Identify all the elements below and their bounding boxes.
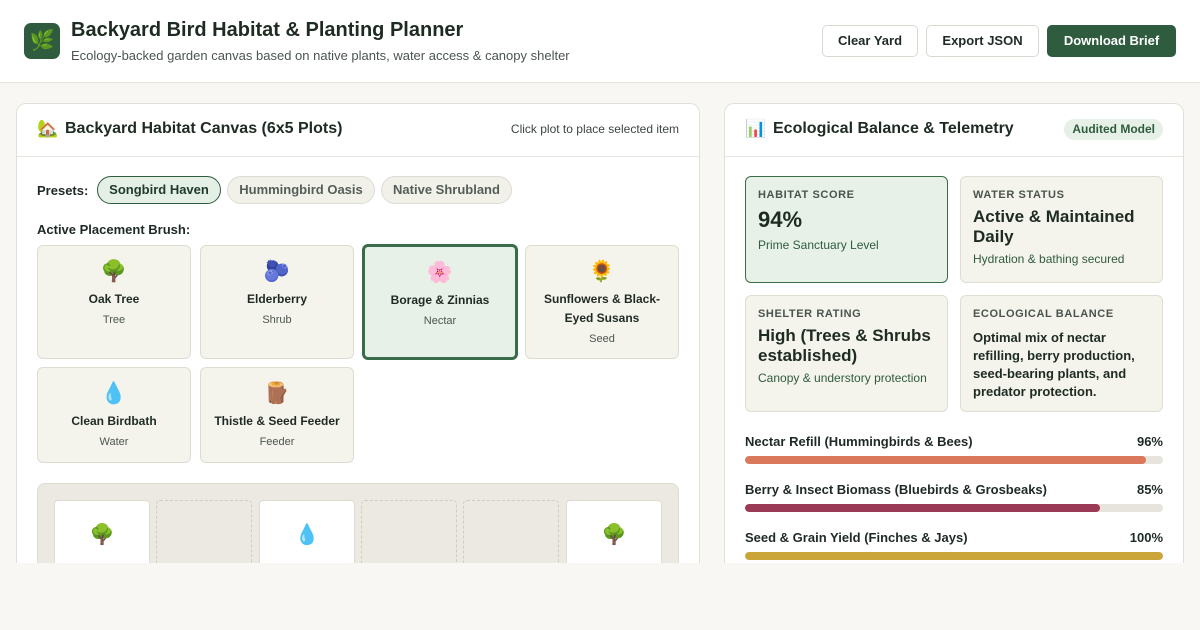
leaf-icon: 🌿 [24, 23, 60, 59]
download-brief-button[interactable]: Download Brief [1047, 25, 1176, 57]
ecological-balance-card: Ecological Balance Optimal mix of nectar… [960, 295, 1163, 412]
telemetry-panel-header: 📊 Ecological Balance & Telemetry Audited… [725, 104, 1183, 157]
metric-bar-seed [745, 552, 1163, 560]
stat-value: High (Trees & Shrubs established) [758, 326, 931, 365]
house-with-garden-icon: 🏡 [37, 119, 59, 138]
stat-note: Hydration & bathing secured [973, 252, 1125, 266]
audited-badge: Audited Model [1064, 119, 1163, 140]
stat-note: Canopy & understory protection [758, 371, 927, 385]
brush-category: Shrub [262, 314, 292, 326]
brush-name: Clean Birdbath [71, 414, 157, 428]
preset-hummingbird-oasis[interactable]: Hummingbird Oasis [227, 176, 375, 204]
metric-label-seed: Seed & Grain Yield (Finches & Jays) [745, 530, 968, 545]
plot-r1-c1[interactable]: 🌳 [54, 500, 150, 563]
brush-name: Sunflowers & Black-Eyed Susans [543, 292, 661, 325]
brush-name: Oak Tree [88, 292, 140, 306]
clear-yard-button[interactable]: Clear Yard [822, 25, 918, 57]
brush-sunflowers[interactable]: 🌻 Sunflowers & Black-Eyed Susans Seed [525, 245, 679, 359]
stat-value: Active & Maintained Daily [973, 207, 1135, 246]
metric-bar-nectar [745, 456, 1163, 464]
telemetry-panel: 📊 Ecological Balance & Telemetry Audited… [724, 103, 1184, 563]
stat-value: Optimal mix of nectar refilling, berry p… [973, 330, 1135, 399]
metric-fill-seed [745, 552, 1163, 560]
shelter-rating-card: Shelter Rating High (Trees & Shrubs esta… [745, 295, 948, 412]
brush-category: Water [99, 436, 129, 448]
brush-name: Borage & Zinnias [390, 293, 490, 307]
canvas-title: Backyard Habitat Canvas (6x5 Plots) [65, 120, 343, 137]
metric-bar-berry [745, 504, 1163, 512]
preset-songbird-haven[interactable]: Songbird Haven [97, 176, 221, 204]
brush-category: Tree [102, 314, 126, 326]
brush-category: Feeder [259, 436, 295, 448]
brush-name: Elderberry [246, 292, 308, 306]
brush-borage-zinnias[interactable]: 🌸 Borage & Zinnias Nectar [362, 244, 518, 360]
brush-clean-birdbath[interactable]: 💧 Clean Birdbath Water [37, 367, 191, 463]
stat-label: Shelter Rating [758, 308, 862, 320]
canvas-panel-header: 🏡 Backyard Habitat Canvas (6x5 Plots) Cl… [17, 104, 699, 157]
brush-elderberry[interactable]: 🫐 Elderberry Shrub [200, 245, 354, 359]
telemetry-title: Ecological Balance & Telemetry [773, 120, 1014, 137]
stat-value: 94% [758, 207, 803, 232]
metric-pct-seed: 100% [1129, 530, 1163, 545]
brush-category: Seed [589, 333, 615, 345]
plot-r1-c4[interactable] [361, 500, 457, 563]
tree-icon: 🌳 [100, 260, 128, 283]
bar-chart-icon: 📊 [745, 119, 767, 138]
plot-r1-c3[interactable]: 💧 [259, 500, 355, 563]
stat-label: Ecological Balance [973, 308, 1114, 320]
stat-label: Habitat Score [758, 189, 855, 201]
stat-note: Prime Sanctuary Level [758, 238, 879, 252]
brush-name: Thistle & Seed Feeder [214, 414, 340, 428]
metric-fill-nectar [745, 456, 1147, 464]
habitat-score-card: Habitat Score 94% Prime Sanctuary Level [745, 176, 948, 283]
habitat-canvas-panel: 🏡 Backyard Habitat Canvas (6x5 Plots) Cl… [16, 103, 700, 563]
metric-pct-nectar: 96% [1136, 434, 1163, 449]
metric-fill-berry [745, 504, 1101, 512]
brush-thistle-feeder[interactable]: 🪵 Thistle & Seed Feeder Feeder [200, 367, 354, 463]
presets-label: Presets: [37, 183, 89, 198]
metric-pct-berry: 85% [1136, 482, 1163, 497]
preset-native-shrubland[interactable]: Native Shrubland [381, 176, 512, 204]
yard-grid: 🌳 💧 🌳 [37, 483, 679, 563]
brush-label: Active Placement Brush: [37, 222, 191, 237]
export-json-button[interactable]: Export JSON [926, 25, 1039, 57]
app-header: 🌿 Backyard Bird Habitat & Planting Plann… [0, 0, 1200, 83]
sunflower-icon: 🌻 [588, 260, 616, 283]
blossom-icon: 🌸 [426, 261, 454, 284]
water-drop-icon: 💧 [100, 382, 128, 405]
stat-label: Water Status [973, 189, 1065, 201]
brush-oak-tree[interactable]: 🌳 Oak Tree Tree [37, 245, 191, 359]
canvas-hint: Click plot to place selected item [510, 122, 679, 136]
app-subtitle: Ecology-backed garden canvas based on na… [71, 48, 570, 63]
metric-label-berry: Berry & Insect Biomass (Bluebirds & Gros… [745, 482, 1047, 497]
wood-log-icon: 🪵 [263, 382, 291, 405]
brush-category: Nectar [423, 315, 457, 327]
water-status-card: Water Status Active & Maintained Daily H… [960, 176, 1163, 283]
plot-r1-c5[interactable] [463, 500, 559, 563]
plot-r1-c2[interactable] [156, 500, 252, 563]
berries-icon: 🫐 [263, 260, 291, 283]
plot-r1-c6[interactable]: 🌳 [566, 500, 662, 563]
app-title: Backyard Bird Habitat & Planting Planner [71, 19, 464, 41]
metric-label-nectar: Nectar Refill (Hummingbirds & Bees) [745, 434, 973, 449]
